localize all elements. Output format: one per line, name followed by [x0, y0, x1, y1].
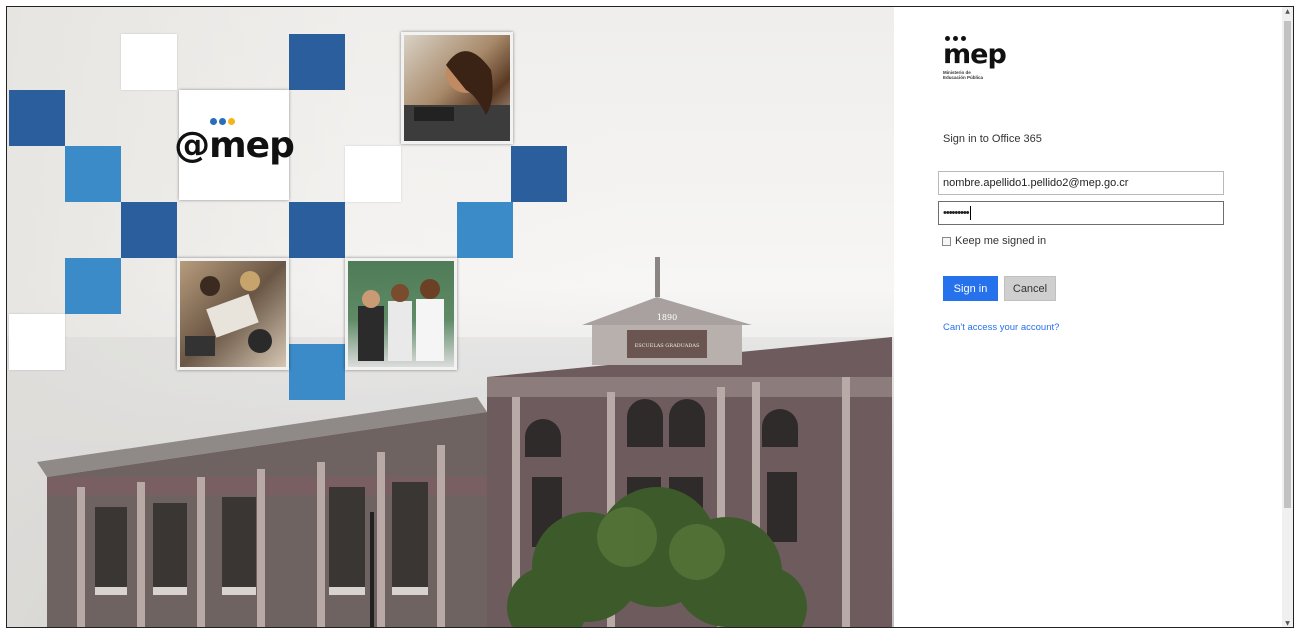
mep-logo-text: @mep — [174, 124, 295, 166]
brand-subtitle-line2: Educación Pública — [943, 75, 984, 80]
teachers-photo — [345, 258, 457, 370]
mosaic-tile — [289, 34, 345, 90]
mosaic-tile — [9, 314, 65, 370]
username-value: nombre.apellido1.pellido2@mep.go.cr — [943, 177, 1129, 189]
username-input[interactable]: nombre.apellido1.pellido2@mep.go.cr — [938, 171, 1224, 195]
keep-signed-in-checkbox[interactable] — [942, 236, 951, 246]
brand-name: mep — [943, 39, 1007, 70]
chevron-down-icon[interactable]: ▼ — [1282, 619, 1293, 627]
hero-banner: 1890 ESCUELAS GRADUADAS @mep — [7, 7, 894, 627]
mosaic-tile — [289, 344, 345, 400]
keep-signed-in-option[interactable]: Keep me signed in — [942, 235, 1046, 247]
vertical-scrollbar[interactable]: ▲ ▼ — [1282, 7, 1293, 627]
brand-word: mep — [943, 36, 1007, 70]
building-sign-text: ESCUELAS GRADUADAS — [635, 343, 700, 349]
keep-signed-in-label: Keep me signed in — [955, 235, 1047, 247]
mosaic-tile — [9, 90, 65, 146]
mosaic-tile — [289, 202, 345, 258]
brand-dots-icon — [945, 36, 975, 42]
mosaic-tile — [457, 202, 513, 258]
mosaic-tile — [65, 258, 121, 314]
text-caret — [969, 206, 971, 220]
mep-brand-logo: mep Ministerio de Educación Pública — [943, 36, 1007, 80]
logo-dots-icon — [210, 117, 240, 126]
student-photo — [401, 32, 513, 144]
cant-access-account-link[interactable]: Can't access your account? — [943, 322, 1059, 333]
password-input[interactable]: ••••••••• — [938, 201, 1224, 225]
browser-viewport: 1890 ESCUELAS GRADUADAS @mep mep Ministe… — [6, 6, 1294, 628]
page-title: Sign in to Office 365 — [943, 133, 1042, 145]
sign-in-button[interactable]: Sign in — [943, 276, 998, 301]
building-sign-year: 1890 — [657, 313, 677, 322]
cancel-button[interactable]: Cancel — [1004, 276, 1056, 301]
scrollbar-thumb[interactable] — [1284, 21, 1291, 508]
mosaic-tile — [121, 202, 177, 258]
chevron-up-icon[interactable]: ▲ — [1282, 7, 1293, 17]
sign-in-panel: mep Ministerio de Educación Pública Sign… — [894, 7, 1284, 627]
group-work-photo — [177, 258, 289, 370]
mosaic-tile — [65, 146, 121, 202]
brand-subtitle: Ministerio de Educación Pública — [943, 70, 1006, 80]
mosaic-tile — [345, 146, 401, 202]
mosaic-tile — [511, 146, 567, 202]
mosaic-tile — [121, 34, 177, 90]
mep-logo-card: @mep — [174, 90, 295, 200]
password-mask: ••••••••• — [943, 207, 970, 219]
